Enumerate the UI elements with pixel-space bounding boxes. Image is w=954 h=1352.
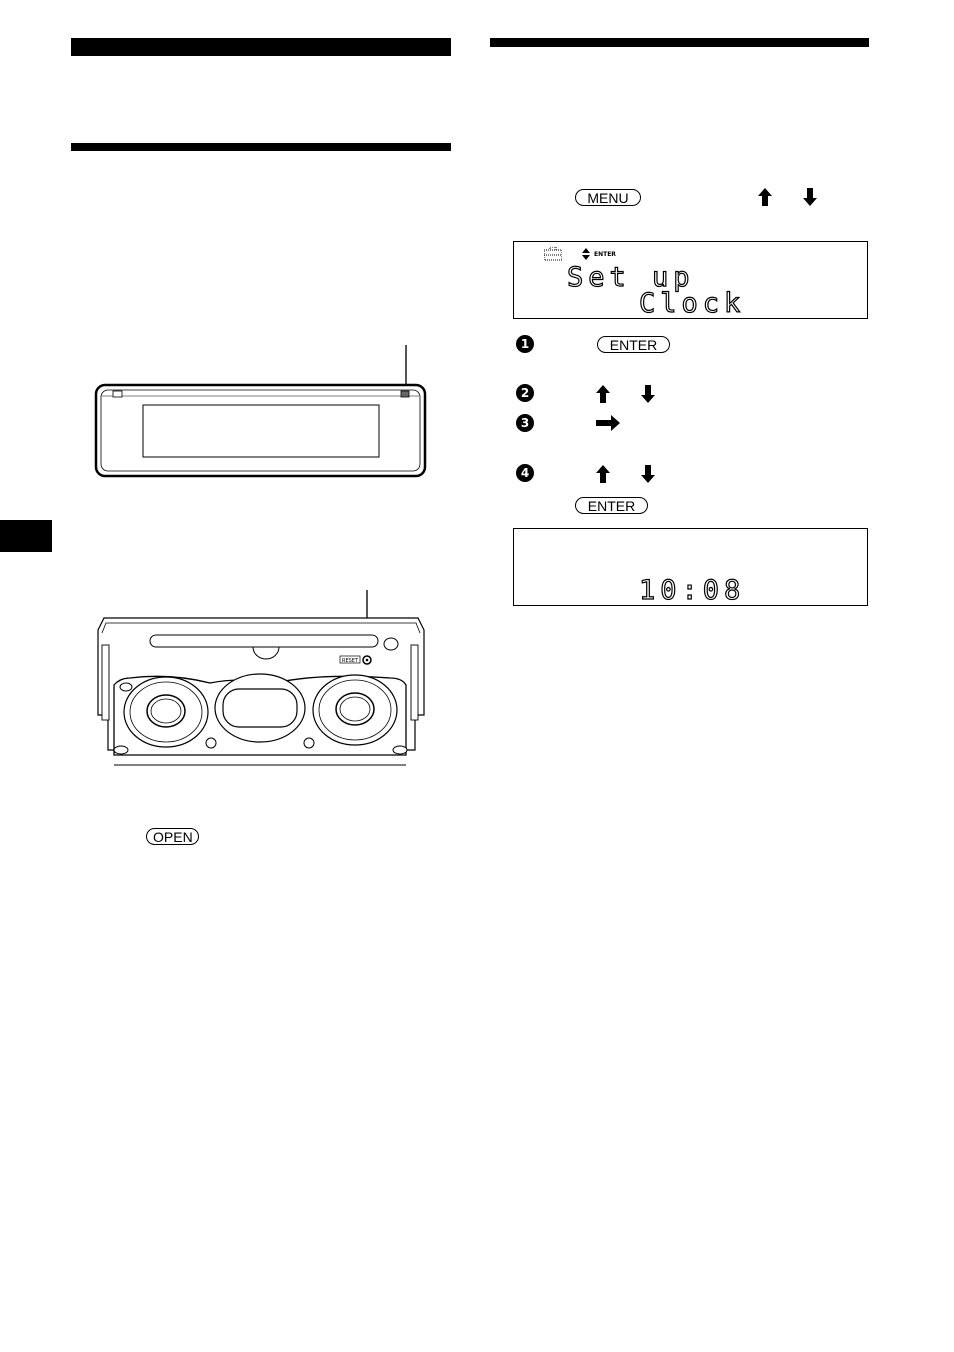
updown-indicator-icon [582,248,590,260]
menu-button[interactable]: MENU [575,189,641,206]
faceplate-figure [90,340,435,485]
step-1-badge: 1 [516,335,534,353]
faceplate-indicator [112,390,123,398]
lcd-line-2: Clock [638,287,746,319]
up-arrow-icon [596,465,610,483]
step-2-badge: 2 [516,384,534,402]
section-side-tab [0,520,52,552]
enter-button-step-4[interactable]: ENTER [575,497,648,514]
down-arrow-icon [641,385,655,403]
right-header-bar [490,38,869,47]
open-button[interactable]: OPEN [146,828,199,845]
enter-indicator: ENTER [594,250,616,258]
down-arrow-icon [641,465,655,483]
down-arrow-icon [803,188,817,206]
right-arrow-icon [596,415,620,431]
setup-toolbox-icon [544,247,562,261]
step-3-badge: 3 [516,414,534,432]
lcd-clock-display: 10:08 [513,528,868,607]
reset-label: RESET [342,658,359,664]
up-arrow-icon [596,385,610,403]
unit-figure: RESET [90,585,430,770]
enter-button-step-1[interactable]: ENTER [597,336,670,353]
unit-drawing: RESET [97,590,425,766]
faceplate-drawing [94,345,427,478]
left-header-bar-top [71,38,451,56]
faceplate-display-window [142,404,380,458]
up-arrow-icon [758,188,772,206]
faceplate-release-button [400,390,410,398]
lcd-indicator-row: ENTER [544,246,616,262]
left-header-bar-bottom [71,143,451,151]
lcd-setup-display: ENTER Set up Clock [513,241,868,320]
step-4-badge: 4 [516,464,534,482]
lcd-clock-time: 10:08 [638,574,746,606]
